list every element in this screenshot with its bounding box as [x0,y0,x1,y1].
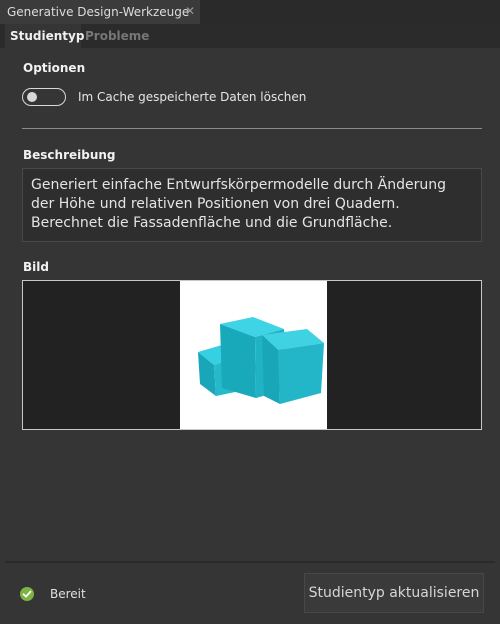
clear-cache-label: Im Cache gespeicherte Daten löschen [78,90,307,104]
document-tab[interactable]: Generative Design-Werkzeuge ✕ [0,0,200,24]
cuboids-model-icon [198,317,324,404]
description-heading: Beschreibung [23,148,116,162]
tab-probleme[interactable]: Probleme [85,24,149,48]
image-heading: Bild [23,260,49,274]
study-image-frame [22,280,482,430]
footer-divider [5,561,495,563]
update-study-type-button[interactable]: Studientyp aktualisieren [304,573,484,613]
study-preview-image [180,281,327,429]
clear-cache-toggle[interactable] [22,88,66,106]
status-text: Bereit [50,587,86,601]
section-divider [22,128,482,129]
document-tab-title: Generative Design-Werkzeuge [7,5,190,19]
check-circle-icon [20,587,34,601]
close-icon[interactable]: ✕ [185,4,195,18]
options-heading: Optionen [23,61,86,75]
toggle-knob [27,92,37,102]
description-text: Generiert einfache Entwurfskörpermodelle… [22,168,482,242]
tab-studientyp[interactable]: Studientyp [5,24,84,48]
